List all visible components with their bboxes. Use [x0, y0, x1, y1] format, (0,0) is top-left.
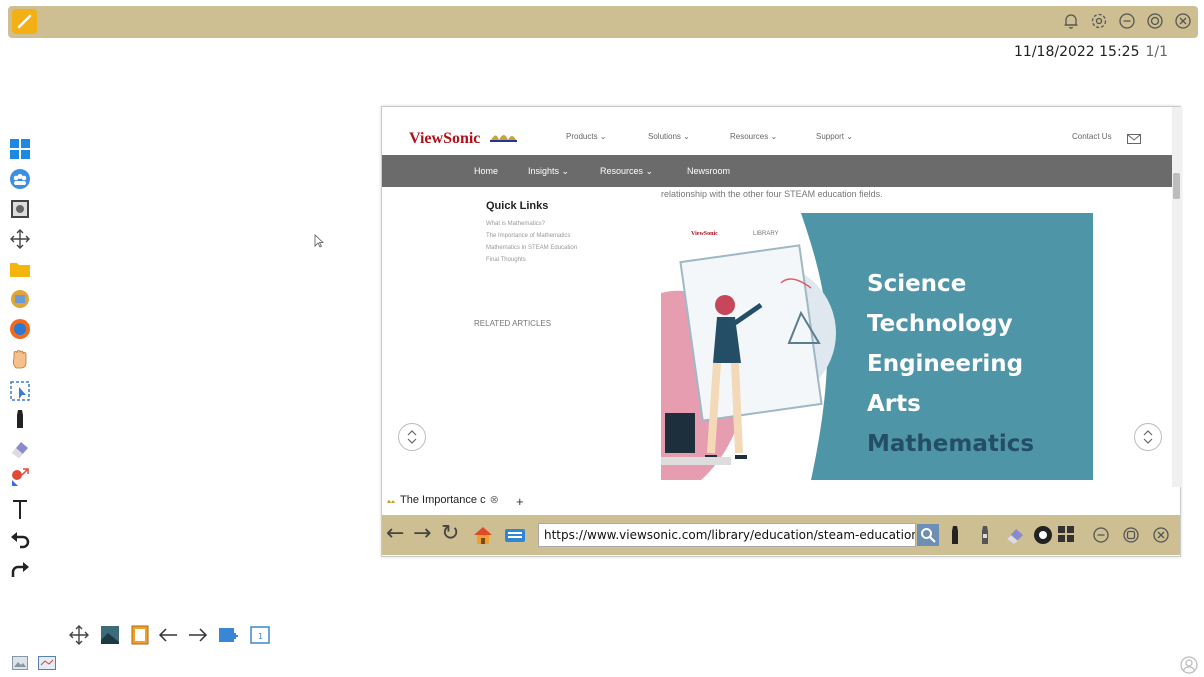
hero-mini-logo: ViewSonic — [691, 231, 718, 237]
hero-word-technology: Technology — [867, 311, 1013, 337]
hero-word-science: Science — [867, 271, 967, 297]
minimize-icon[interactable] — [1116, 10, 1138, 32]
top-bar — [8, 6, 1198, 38]
highlighter-icon[interactable] — [974, 524, 996, 546]
eraser-icon[interactable] — [1004, 524, 1026, 546]
shapes-icon[interactable] — [7, 464, 33, 490]
tab-title: The Importance c — [400, 493, 486, 506]
nav-home[interactable]: Home — [474, 166, 498, 176]
shutter-icon[interactable] — [1032, 524, 1054, 546]
mouse-cursor-icon — [314, 234, 325, 253]
marker-icon[interactable] — [944, 524, 966, 546]
undo-icon[interactable] — [7, 526, 33, 552]
page-icon[interactable] — [128, 623, 152, 647]
mail-icon[interactable] — [1127, 131, 1141, 149]
svg-text:1: 1 — [258, 632, 263, 641]
forward-icon[interactable]: → — [413, 521, 431, 546]
page-indicator[interactable]: 1/1 — [1146, 44, 1169, 60]
site-nav: Home Insights ⌄ Resources ⌄ Newsroom — [382, 155, 1172, 187]
contact-us-link[interactable]: Contact Us — [1072, 132, 1112, 141]
url-input[interactable]: https://www.viewsonic.com/library/educat… — [538, 523, 916, 547]
background-icon[interactable] — [98, 623, 122, 647]
camera-icon[interactable] — [7, 196, 33, 222]
browser-tab[interactable]: The Importance c ⊗ — [386, 493, 499, 506]
quick-link[interactable]: Final Thoughts — [486, 257, 526, 263]
close-icon[interactable] — [1172, 10, 1194, 32]
next-page-icon[interactable] — [186, 623, 210, 647]
hero-word-mathematics: Mathematics — [867, 431, 1035, 457]
add-page-icon[interactable] — [216, 623, 240, 647]
datetime-display: 11/18/2022 15:25 1/1 — [1014, 44, 1168, 60]
quick-link[interactable]: The Importance of Mathematics — [486, 233, 570, 239]
marker-icon[interactable] — [7, 406, 33, 432]
nav-resources[interactable]: Resources ⌄ — [600, 166, 653, 177]
keyboard-icon[interactable] — [504, 524, 526, 546]
quick-links-title: Quick Links — [486, 200, 549, 212]
move-icon[interactable] — [7, 226, 33, 252]
nav-insights[interactable]: Insights ⌄ — [528, 166, 569, 177]
quick-link[interactable]: What is Mathematics? — [486, 221, 545, 227]
grid-add-icon[interactable] — [1056, 524, 1078, 546]
page-list-icon[interactable]: 1 — [248, 623, 272, 647]
browser-window: ViewSonic Products ⌄ Solutions ⌄ Resourc… — [381, 106, 1182, 557]
datetime-text: 11/18/2022 15:25 — [1014, 44, 1140, 60]
home-icon[interactable] — [472, 524, 494, 546]
previous-page-icon[interactable] — [156, 623, 180, 647]
user-icon[interactable] — [1180, 656, 1198, 677]
menu-solutions[interactable]: Solutions ⌄ — [648, 132, 690, 141]
page-scrollbar-thumb[interactable] — [1173, 173, 1180, 199]
quick-link[interactable]: Mathematics in STEAM Education — [486, 245, 577, 251]
hero-word-arts: Arts — [867, 391, 921, 417]
menu-resources[interactable]: Resources ⌄ — [730, 132, 777, 141]
browser-icon[interactable] — [7, 316, 33, 342]
eraser-icon[interactable] — [7, 436, 33, 462]
search-icon[interactable] — [917, 524, 939, 546]
hero-mini-tag: LIBRARY — [753, 231, 779, 237]
minimize-icon[interactable] — [1090, 524, 1112, 546]
new-tab-button[interactable]: + — [516, 494, 524, 509]
intro-text: relationship with the other four STEAM e… — [661, 189, 883, 199]
related-articles-heading: RELATED ARTICLES — [474, 319, 552, 328]
refresh-icon[interactable]: ↻ — [441, 521, 459, 546]
hero-word-engineering: Engineering — [867, 351, 1024, 377]
whiteboard-icon[interactable] — [38, 656, 56, 675]
nav-newsroom[interactable]: Newsroom — [687, 166, 730, 176]
browser-toolbar: ← → ↻ https://www.viewsonic.com/library/… — [382, 515, 1180, 555]
gear-icon[interactable] — [1088, 10, 1110, 32]
redo-icon[interactable] — [7, 556, 33, 582]
site-logo[interactable]: ViewSonic — [409, 130, 480, 148]
page-scrollbar[interactable] — [1172, 107, 1182, 487]
pen-icon[interactable] — [12, 9, 37, 34]
close-icon[interactable] — [1150, 524, 1172, 546]
whiteboard-canvas[interactable]: 11/18/2022 15:25 1/1 ViewSonic Products … — [0, 0, 1204, 677]
gallery-icon[interactable] — [12, 656, 28, 675]
scroll-up-down-button[interactable] — [398, 423, 426, 451]
windows-icon[interactable] — [7, 136, 33, 162]
birds-logo-icon — [488, 128, 518, 149]
people-icon[interactable] — [7, 166, 33, 192]
back-icon[interactable]: ← — [386, 521, 404, 546]
folder-icon[interactable] — [7, 256, 33, 282]
browser-tab-strip: The Importance c ⊗ + — [382, 489, 1180, 514]
move-icon[interactable] — [67, 623, 91, 647]
select-icon[interactable] — [7, 378, 33, 404]
site-header: ViewSonic Products ⌄ Solutions ⌄ Resourc… — [382, 107, 1172, 155]
bell-icon[interactable] — [1060, 10, 1082, 32]
hand-icon[interactable] — [7, 346, 33, 372]
menu-products[interactable]: Products ⌄ — [566, 132, 607, 141]
record-icon[interactable] — [1120, 524, 1142, 546]
scroll-up-down-button[interactable] — [1134, 423, 1162, 451]
menu-support[interactable]: Support ⌄ — [816, 132, 853, 141]
hero-image: ViewSonic LIBRARY Science Technology Eng… — [661, 213, 1093, 480]
tab-close-icon[interactable]: ⊗ — [490, 493, 499, 506]
text-icon[interactable] — [7, 496, 33, 522]
box-icon[interactable] — [7, 286, 33, 312]
record-icon[interactable] — [1144, 10, 1166, 32]
tab-favicon-icon — [387, 499, 395, 503]
